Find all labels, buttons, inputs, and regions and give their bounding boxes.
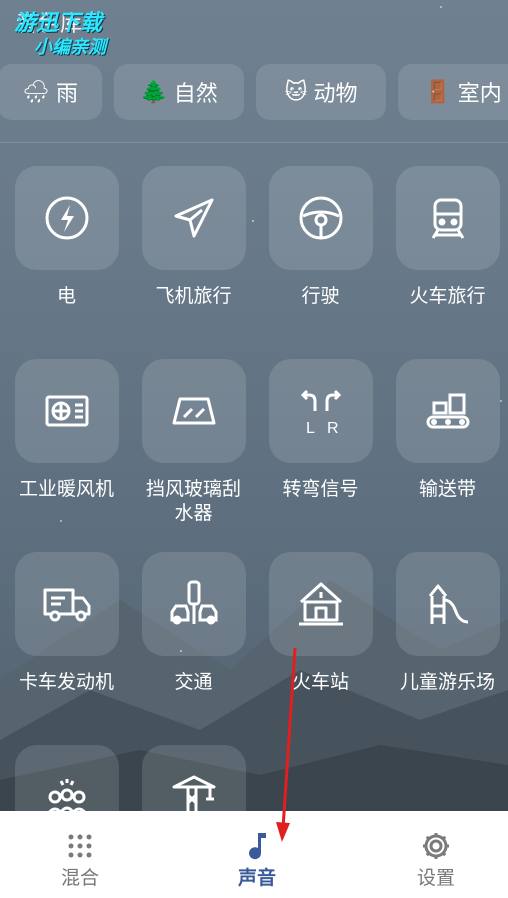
watermark: 游迅下载 小编亲测 [14, 12, 106, 60]
category-label: 室内 [457, 82, 502, 107]
sound-tile[interactable] [14, 552, 119, 656]
cat-icon: 🐱 [284, 79, 308, 105]
sound-item-train-travel[interactable]: 火车旅行 [384, 166, 508, 308]
header: 音色库 游迅下载 小编亲测 [0, 0, 508, 60]
sound-item-playground[interactable]: 儿童游乐场 [384, 552, 508, 694]
sound-item-airplane[interactable]: 飞机旅行 [130, 166, 257, 308]
door-icon: 🚪 [424, 79, 452, 105]
gear-icon [423, 833, 449, 859]
sound-item-train-station[interactable]: 火车站 [257, 552, 384, 694]
traffic-light-icon [170, 580, 217, 625]
category-chip-nature[interactable]: 🌲 自然 [114, 64, 244, 120]
rain-cloud-icon: 🌧 [22, 79, 50, 105]
sound-item-driving[interactable]: 行驶 [257, 166, 384, 308]
category-chip-indoor[interactable]: 🚪 室内 [398, 64, 508, 120]
watermark-line1: 游迅下载 [14, 11, 103, 36]
tab-settings[interactable]: 设置 [376, 829, 496, 890]
sound-label: 交通 [174, 671, 213, 693]
tab-label: 混合 [60, 867, 99, 889]
sound-tile[interactable] [395, 166, 500, 270]
steering-wheel-icon [299, 196, 342, 240]
sound-tile[interactable] [14, 359, 119, 463]
watermark-line2: 小编亲测 [34, 37, 106, 58]
truck-icon [43, 588, 90, 622]
sound-item-heater[interactable]: 工业暖风机 [3, 359, 130, 501]
sound-tile[interactable] [141, 359, 246, 463]
sound-label: 火车旅行 [409, 285, 486, 307]
sound-tile[interactable] [268, 552, 373, 656]
divider [0, 142, 508, 143]
sound-label: 飞机旅行 [155, 285, 232, 307]
turn-signal-icon: LR [300, 389, 341, 437]
sound-label: 输送带 [418, 478, 476, 500]
sound-label: 工业暖风机 [18, 478, 114, 500]
turn-right-letter: R [327, 420, 339, 437]
windshield-icon [172, 397, 215, 425]
category-chip-animals[interactable]: 🐱 动物 [256, 64, 386, 120]
conveyor-icon [426, 393, 469, 429]
dots-grid-icon [68, 834, 92, 858]
tab-mix[interactable]: 混合 [20, 829, 140, 890]
sound-tile[interactable] [395, 359, 500, 463]
sound-tile[interactable] [268, 166, 373, 270]
train-station-icon [298, 582, 343, 626]
sound-item-truck[interactable]: 卡车发动机 [3, 552, 130, 694]
tab-sounds[interactable]: 声音 [197, 829, 317, 890]
sound-tile[interactable] [395, 552, 500, 656]
sound-label: 电 [56, 285, 76, 307]
tab-label: 声音 [237, 867, 276, 889]
sound-label: 卡车发动机 [18, 671, 114, 693]
airplane-icon [174, 198, 213, 238]
sound-item-turn-signal[interactable]: LR 转弯信号 [257, 359, 384, 501]
bottom-tab-bar: 混合 声音 设置 [0, 811, 508, 898]
sound-tile[interactable] [141, 166, 246, 270]
sound-label: 行驶 [301, 285, 340, 307]
turn-left-letter: L [306, 420, 315, 437]
heater-icon [45, 395, 88, 427]
sound-label: 转弯信号 [282, 478, 359, 500]
sound-label: 火车站 [291, 671, 349, 693]
sound-item-windshield[interactable]: 挡风玻璃刮 水器 [130, 359, 257, 525]
pine-tree-icon: 🌲 [140, 79, 168, 105]
playground-icon [428, 584, 468, 624]
category-label: 雨 [55, 82, 78, 107]
sound-label: 挡风玻璃刮 水器 [145, 478, 241, 524]
lightning-icon [45, 196, 88, 240]
sound-tile[interactable]: LR [268, 359, 373, 463]
sound-item-electric[interactable]: 电 [3, 166, 130, 308]
category-label: 自然 [173, 82, 218, 107]
train-icon [431, 198, 464, 239]
sound-item-conveyor[interactable]: 输送带 [384, 359, 508, 501]
category-label: 动物 [313, 82, 358, 107]
sound-label: 儿童游乐场 [399, 671, 495, 693]
music-note-icon [249, 833, 266, 860]
sound-item-traffic[interactable]: 交通 [130, 552, 257, 694]
category-bar: 🌧 雨 🌲 自然 🐱 动物 🚪 室内 [0, 64, 508, 122]
sound-tile[interactable] [141, 552, 246, 656]
category-chip-rain[interactable]: 🌧 雨 [0, 64, 102, 120]
sound-tile[interactable] [14, 166, 119, 270]
tab-label: 设置 [416, 867, 455, 889]
